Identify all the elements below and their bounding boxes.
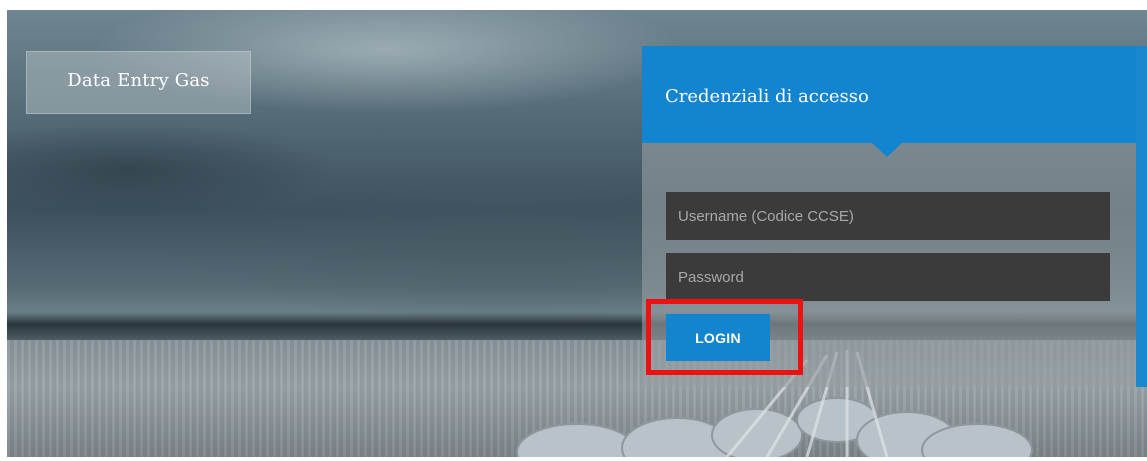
login-panel-title: Credenziali di accesso: [665, 86, 869, 107]
login-button[interactable]: LOGIN: [666, 314, 770, 361]
username-input[interactable]: [666, 192, 1110, 240]
app-title: Data Entry Gas: [67, 70, 210, 91]
password-input[interactable]: [666, 253, 1110, 301]
login-panel-edge: [1136, 46, 1147, 387]
page: Data Entry Gas Credenziali di accesso LO…: [0, 0, 1147, 461]
header-pointer-icon: [872, 143, 902, 157]
